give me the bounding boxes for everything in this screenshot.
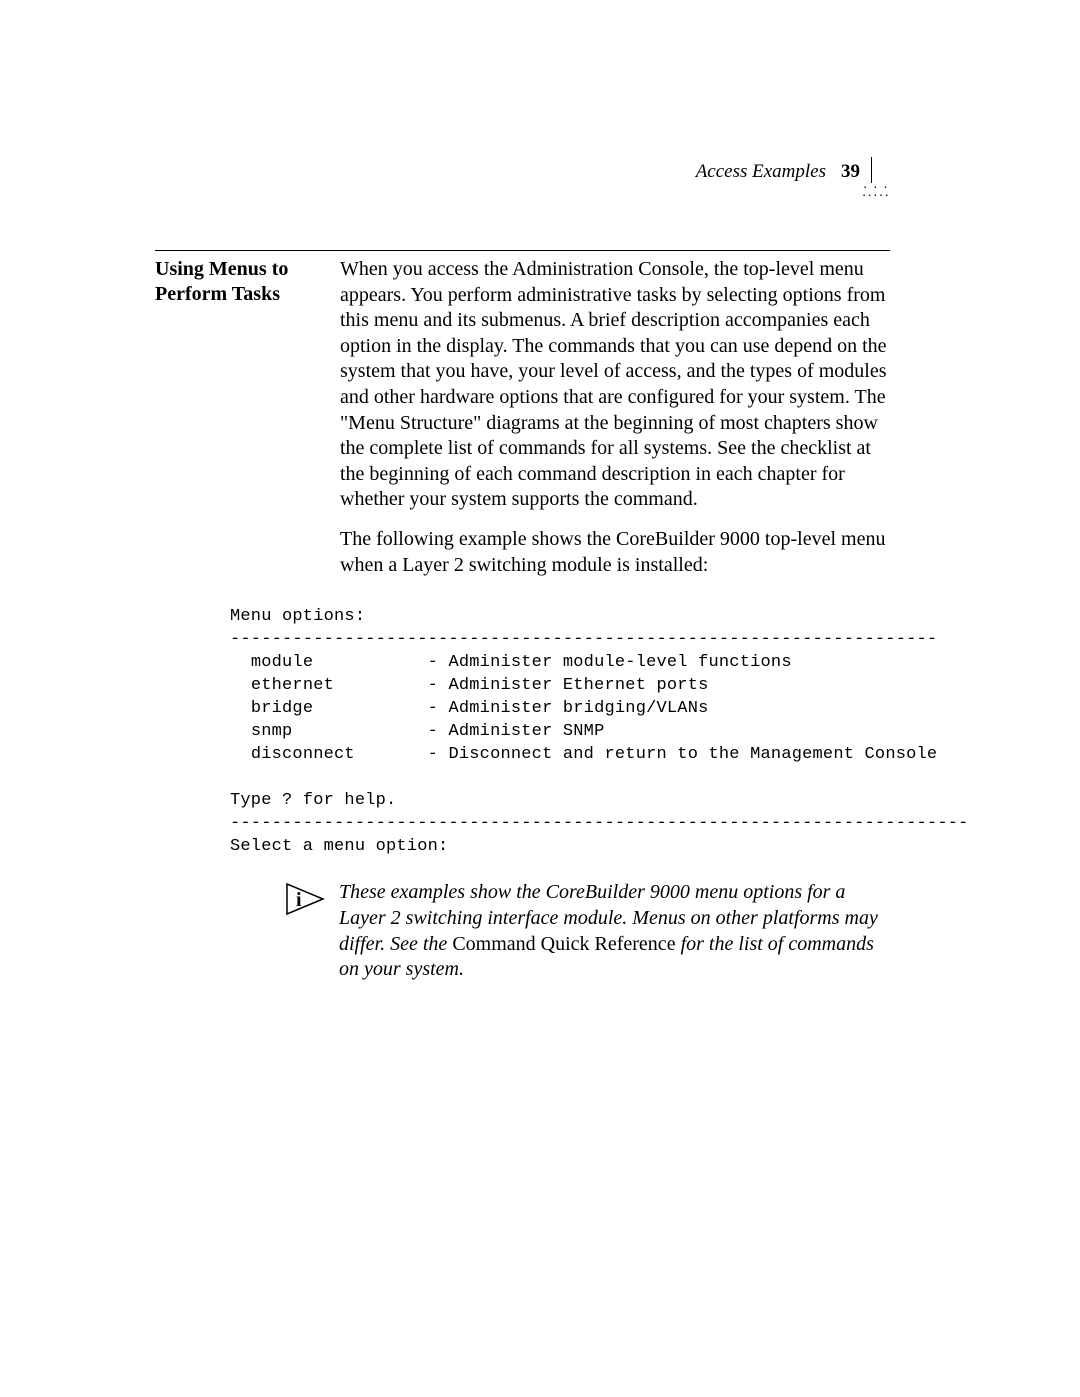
section-title: Access Examples [696,161,826,183]
note-fragment-roman: Command Quick Reference [452,933,675,955]
dots-ornament-icon: · · ······ [862,185,890,201]
menu-listing: Menu options: --------------------------… [230,606,890,858]
side-heading: Using Menus to Perform Tasks [155,257,340,307]
menu-help: Type ? for help. [230,791,396,810]
header-divider [871,157,872,183]
side-heading-line: Perform Tasks [155,283,280,305]
info-icon: i [285,880,339,921]
menu-title: Menu options: [230,607,365,626]
menu-item-desc: - Disconnect and return to the Managemen… [428,745,938,764]
paragraph: The following example shows the CoreBuil… [340,527,890,578]
menu-rule: ----------------------------------------… [230,630,937,649]
side-heading-line: Using Menus to [155,258,288,280]
menu-item-name: snmp [251,722,293,741]
menu-rule: ----------------------------------------… [230,814,969,833]
menu-item-desc: - Administer Ethernet ports [428,676,709,695]
menu-item-name: ethernet [251,676,334,695]
menu-item-name: disconnect [251,745,355,764]
menu-item-desc: - Administer bridging/VLANs [428,699,709,718]
page-number: 39 [841,161,860,183]
note-block: i These examples show the CoreBuilder 90… [285,880,890,982]
paragraph: When you access the Administration Conso… [340,257,890,513]
page-header: Access Examples 39 · · ······ [155,155,890,215]
menu-prompt: Select a menu option: [230,837,448,856]
note-text: These examples show the CoreBuilder 9000… [339,880,890,982]
menu-item-desc: - Administer SNMP [428,722,605,741]
body-text: When you access the Administration Conso… [340,257,890,592]
menu-item-name: module [251,653,313,672]
svg-text:i: i [296,889,302,911]
menu-item-name: bridge [251,699,313,718]
section-rule [155,250,890,251]
menu-item-desc: - Administer module-level functions [428,653,792,672]
